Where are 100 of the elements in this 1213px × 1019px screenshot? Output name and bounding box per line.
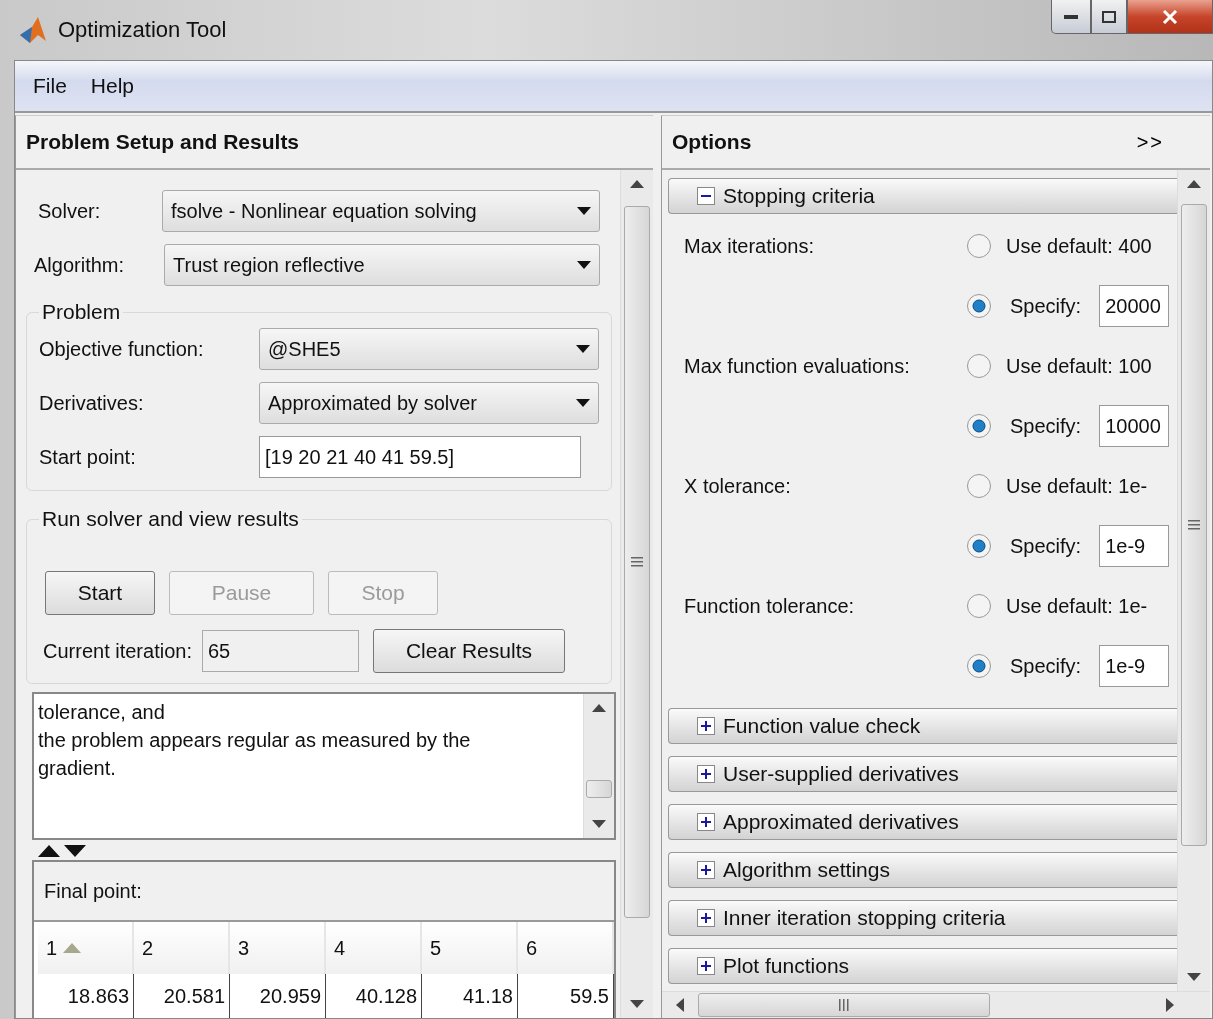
splitter-arrows-icon[interactable]	[38, 843, 88, 857]
expand-icon[interactable]	[697, 909, 715, 927]
radio-label: Use default: 1e-	[1006, 594, 1149, 618]
clear-results-button[interactable]: Clear Results	[372, 629, 565, 673]
column-header[interactable]: 3	[230, 922, 326, 974]
radio-label: Specify:	[1010, 654, 1082, 678]
horizontal-scrollbar[interactable]	[662, 991, 1210, 1018]
radio-label: Specify:	[1010, 534, 1082, 558]
radio-button[interactable]	[966, 653, 992, 679]
scroll-down-icon[interactable]	[1187, 973, 1201, 981]
radio-button[interactable]	[966, 293, 992, 319]
section-header[interactable]: Function value check	[668, 708, 1177, 744]
table-cell: 41.18	[422, 974, 518, 1018]
input-field[interactable]: 1e-9	[1099, 645, 1170, 687]
panel-title: Options	[672, 130, 752, 154]
algorithm-dropdown[interactable]: Trust region reflective	[164, 244, 600, 286]
radio-label: Specify:	[1010, 294, 1082, 318]
radio-button[interactable]	[966, 233, 992, 259]
sort-icon	[63, 943, 82, 953]
minimize-button[interactable]	[1051, 0, 1091, 34]
expand-icon[interactable]	[697, 861, 715, 879]
iteration-field: 65	[201, 630, 359, 672]
maximize-button[interactable]	[1091, 0, 1127, 34]
radio-button[interactable]	[966, 533, 992, 559]
table-cell: 20.581	[134, 974, 230, 1018]
solver-dropdown[interactable]: fsolve - Nonlinear equation solving	[162, 190, 600, 232]
log-line: tolerance, and	[38, 700, 166, 725]
column-header[interactable]: 4	[326, 922, 422, 974]
field-label: Solver:	[38, 199, 102, 223]
scroll-down-icon[interactable]	[592, 820, 606, 828]
grip-icon	[631, 556, 643, 568]
dropdown-field[interactable]: Approximated by solver	[259, 382, 599, 424]
section-header[interactable]: User-supplied derivatives	[668, 756, 1177, 792]
minimize-icon	[1064, 14, 1078, 19]
option-label: Max iterations:	[684, 234, 816, 258]
radio-button[interactable]	[966, 413, 992, 439]
window-title: Optimization Tool	[58, 17, 227, 43]
dropdown-icon	[577, 207, 591, 215]
toolbar-button[interactable]: Start	[45, 571, 155, 615]
input-field[interactable]: 1e-9	[1099, 525, 1170, 567]
field-label: Objective function:	[39, 337, 205, 361]
scroll-left-icon[interactable]	[676, 998, 684, 1012]
expand-icon[interactable]	[697, 765, 715, 783]
option-label: X tolerance:	[684, 474, 792, 498]
app-logo-icon	[18, 15, 48, 45]
dropdown-icon	[577, 261, 591, 269]
group-title: Problem	[41, 300, 122, 324]
scroll-up-icon[interactable]	[1187, 180, 1201, 188]
log-line: the problem appears regular as measured by the	[38, 728, 472, 753]
grip-icon	[838, 999, 850, 1011]
radio-button[interactable]	[966, 593, 992, 619]
log-scrollbar[interactable]	[583, 694, 614, 838]
radio-button[interactable]	[966, 473, 992, 499]
menu-item[interactable]: File	[25, 74, 75, 98]
table-cell: 20.959	[230, 974, 326, 1018]
option-label: Max function evaluations:	[684, 354, 911, 378]
log-line: gradient.	[38, 756, 117, 781]
input-field[interactable]: [19 20 21 40 41 59.5]	[259, 436, 581, 478]
table-cell: 40.128	[326, 974, 422, 1018]
vertical-scrollbar[interactable]	[620, 170, 653, 1018]
expand-icon[interactable]	[697, 813, 715, 831]
menu-item[interactable]: Help	[82, 74, 143, 98]
field-label: Current iteration:	[43, 639, 192, 663]
section-header[interactable]: Approximated derivatives	[668, 804, 1177, 840]
table-cell: 18.863	[38, 974, 134, 1018]
field-label: Algorithm:	[34, 253, 126, 277]
table-cell: 59.5	[518, 974, 614, 1018]
column-header[interactable]: 2	[134, 922, 230, 974]
dropdown-icon	[576, 345, 590, 353]
scroll-up-icon[interactable]	[592, 704, 606, 712]
close-button[interactable]	[1127, 0, 1213, 34]
expand-icon[interactable]	[697, 957, 715, 975]
dropdown-field[interactable]: @SHE5	[259, 328, 599, 370]
section-header[interactable]: Inner iteration stopping criteria	[668, 900, 1177, 936]
radio-label: Specify:	[1010, 414, 1082, 438]
scroll-right-icon[interactable]	[1166, 998, 1174, 1012]
column-header[interactable]: 6	[518, 922, 614, 974]
close-icon	[1162, 9, 1178, 24]
expand-button[interactable]: >>	[1130, 129, 1170, 155]
scroll-thumb[interactable]	[586, 780, 612, 798]
section-header[interactable]: Stopping criteria	[668, 178, 1177, 214]
panel-title: Problem Setup and Results	[26, 130, 300, 154]
section-header[interactable]: Algorithm settings	[668, 852, 1177, 888]
collapse-icon[interactable]	[697, 187, 715, 205]
radio-label: Use default: 100	[1006, 354, 1153, 378]
radio-button[interactable]	[966, 353, 992, 379]
column-header[interactable]: 1	[38, 922, 134, 974]
field-label: Derivatives:	[39, 391, 145, 415]
scroll-down-icon[interactable]	[630, 1000, 644, 1008]
grip-icon	[1188, 519, 1200, 531]
expand-icon[interactable]	[697, 717, 715, 735]
column-header[interactable]: 5	[422, 922, 518, 974]
scroll-up-icon[interactable]	[630, 180, 644, 188]
vertical-scrollbar[interactable]	[1177, 170, 1210, 991]
input-field[interactable]: 10000	[1099, 405, 1170, 447]
field-label: Start point:	[39, 445, 137, 469]
section-header[interactable]: Plot functions	[668, 948, 1177, 984]
dropdown-icon	[576, 399, 590, 407]
input-field[interactable]: 20000	[1099, 285, 1170, 327]
radio-label: Use default: 400	[1006, 234, 1153, 258]
